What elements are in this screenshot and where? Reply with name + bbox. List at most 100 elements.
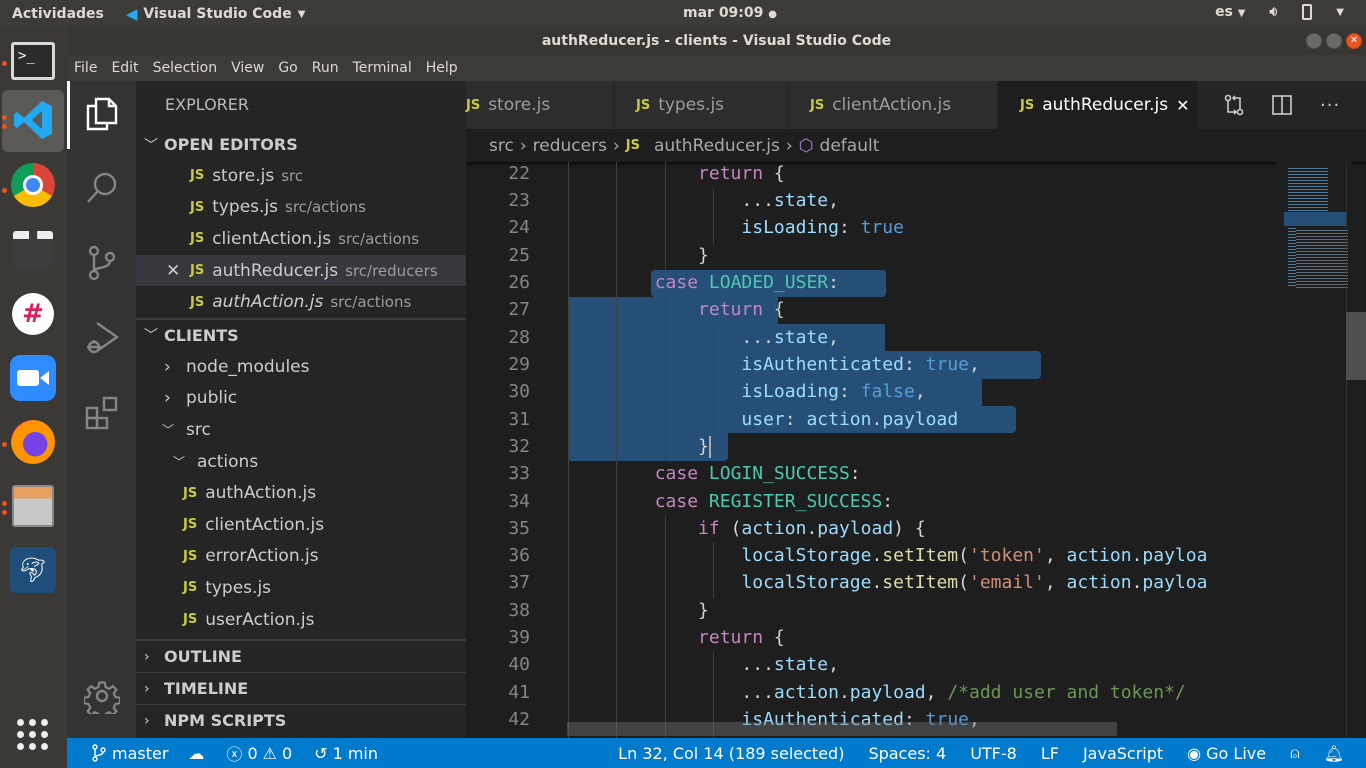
- open-editor-item[interactable]: JS clientAction.js src/actions: [136, 223, 466, 255]
- line-number: 23: [508, 190, 530, 211]
- explorer-activity[interactable]: [67, 89, 136, 139]
- problems-indicator[interactable]: ⓧ 0 ⚠︎ 0: [226, 741, 292, 765]
- code-line: isAuthenticated: true,: [741, 354, 980, 375]
- battery-icon[interactable]: [1302, 4, 1313, 20]
- file-item[interactable]: JS userAction.js: [136, 604, 466, 636]
- compare-changes-icon[interactable]: [1224, 94, 1244, 116]
- indentation[interactable]: Spaces: 4: [868, 744, 946, 763]
- notifications-button[interactable]: 🔔︎: [1324, 744, 1344, 763]
- dock-files[interactable]: [10, 483, 56, 529]
- folder-item[interactable]: › node_modules: [136, 351, 466, 383]
- menu-run[interactable]: Run: [312, 60, 339, 76]
- feedback-button[interactable]: ⍝: [1290, 743, 1300, 763]
- search-activity[interactable]: [67, 163, 136, 213]
- breadcrumb-item[interactable]: default: [820, 136, 880, 156]
- branch-indicator[interactable]: master: [91, 744, 168, 763]
- breadcrumb-item[interactable]: src: [489, 136, 514, 156]
- open-editors-header[interactable]: ﹀ OPEN EDITORS: [136, 129, 466, 160]
- close-icon[interactable]: ✕: [166, 261, 190, 281]
- language-indicator[interactable]: es ▼: [1215, 4, 1245, 20]
- file-path: src/actions: [285, 198, 366, 217]
- extensions-activity[interactable]: [67, 388, 136, 438]
- dock-vscode[interactable]: [10, 97, 56, 143]
- activities-button[interactable]: Actividades: [12, 6, 104, 22]
- sync-button[interactable]: ☁︎: [188, 744, 204, 763]
- open-editor-item[interactable]: JS types.js src/actions: [136, 192, 466, 224]
- dock-slack[interactable]: #: [10, 291, 56, 337]
- menu-edit[interactable]: Edit: [111, 60, 138, 76]
- minimap[interactable]: [1276, 162, 1352, 738]
- vertical-scrollbar-thumb[interactable]: [1346, 312, 1366, 380]
- open-editor-item-active[interactable]: ✕ JS authReducer.js src/reducers: [136, 254, 466, 287]
- file-item[interactable]: JS authAction.js: [136, 477, 466, 509]
- cursor-position[interactable]: Ln 32, Col 14 (189 selected): [618, 744, 844, 763]
- show-applications-icon[interactable]: [17, 719, 49, 751]
- run-debug-activity[interactable]: [67, 313, 136, 363]
- timeline-header[interactable]: › TIMELINE: [136, 673, 466, 704]
- horizontal-scrollbar-thumb[interactable]: [567, 722, 1117, 736]
- folder-item[interactable]: ﹀ actions: [136, 446, 466, 478]
- running-indicator: [2, 501, 7, 506]
- minimize-button[interactable]: [1306, 33, 1322, 49]
- branch-name: master: [112, 743, 169, 763]
- code-line: case LOGIN_SUCCESS:: [654, 463, 861, 484]
- menu-go[interactable]: Go: [278, 60, 297, 76]
- manage-activity[interactable]: [67, 671, 136, 721]
- volume-icon[interactable]: 🔉︎: [1269, 4, 1278, 20]
- tab-authreducer[interactable]: JS authReducer.js ✕: [998, 81, 1198, 129]
- editor-actions: ···: [1198, 81, 1340, 129]
- tab-clientaction[interactable]: JS clientAction.js: [788, 81, 998, 129]
- dock-zoom[interactable]: [10, 355, 56, 401]
- npm-scripts-header[interactable]: › NPM SCRIPTS: [136, 705, 466, 736]
- symbol-module-icon: ⬡: [798, 135, 814, 156]
- close-window-button[interactable]: ✕: [1346, 33, 1362, 49]
- js-file-icon: JS: [190, 263, 205, 279]
- tab-types[interactable]: JS types.js: [614, 81, 788, 129]
- dock-terminal[interactable]: >_: [10, 38, 56, 84]
- folder-item[interactable]: ﹀ src: [136, 414, 466, 446]
- code-line: isLoading: false,: [741, 381, 926, 402]
- language-mode[interactable]: JavaScript: [1083, 744, 1163, 763]
- bell-icon: 🔔︎: [1323, 743, 1344, 763]
- file-item[interactable]: JS clientAction.js: [136, 509, 466, 541]
- code-editor[interactable]: 22 23 24 25 26 27 28 29 30 31 32 33 34 3…: [466, 162, 1366, 738]
- end-of-line[interactable]: LF: [1041, 744, 1059, 763]
- folder-item[interactable]: › public: [136, 383, 466, 415]
- dock-video-editor[interactable]: [10, 227, 56, 273]
- chevron-right-icon: ›: [612, 135, 620, 156]
- more-actions-icon[interactable]: ···: [1320, 95, 1340, 116]
- menu-file[interactable]: File: [74, 60, 97, 76]
- system-menu-chevron-icon[interactable]: ▼: [1336, 7, 1344, 18]
- clock[interactable]: mar 09:09 ●: [683, 5, 777, 21]
- chevron-down-icon: ﹀: [173, 455, 186, 470]
- chevron-down-icon: ﹀: [144, 328, 158, 345]
- file-item[interactable]: JS types.js: [136, 572, 466, 604]
- line-number: 39: [508, 627, 530, 648]
- maximize-button[interactable]: [1326, 33, 1342, 49]
- dock-firefox[interactable]: [10, 419, 56, 465]
- go-live-button[interactable]: ◉ Go Live: [1187, 744, 1266, 763]
- outline-header[interactable]: › OUTLINE: [136, 641, 466, 672]
- clients-header[interactable]: ﹀ CLIENTS: [136, 320, 466, 351]
- menu-terminal[interactable]: Terminal: [353, 60, 412, 76]
- menu-selection[interactable]: Selection: [153, 60, 218, 76]
- tab-store[interactable]: JS store.js: [466, 81, 614, 129]
- app-menu[interactable]: ◀ Visual Studio Code ▼: [126, 5, 306, 23]
- source-control-activity[interactable]: [67, 238, 136, 288]
- open-editor-item[interactable]: JS store.js src: [136, 160, 466, 192]
- menu-view[interactable]: View: [231, 60, 264, 76]
- encoding[interactable]: UTF-8: [970, 744, 1017, 763]
- language-label: es: [1215, 4, 1233, 20]
- breadcrumb-item[interactable]: reducers: [533, 136, 607, 156]
- dock-mysql-workbench[interactable]: 🐬︎: [10, 547, 56, 593]
- open-editor-item[interactable]: JS authAction.js src/actions: [136, 286, 466, 318]
- timer-indicator[interactable]: ↺ 1 min: [314, 744, 378, 763]
- close-tab-icon[interactable]: ✕: [1176, 96, 1189, 115]
- file-item[interactable]: JS errorAction.js: [136, 541, 466, 573]
- breadcrumb-item[interactable]: authReducer.js: [654, 136, 780, 156]
- project-label: CLIENTS: [164, 325, 239, 345]
- split-editor-icon[interactable]: [1272, 95, 1292, 115]
- menu-help[interactable]: Help: [426, 60, 458, 76]
- dock-chrome[interactable]: [10, 162, 56, 208]
- file-name: userAction.js: [205, 609, 315, 630]
